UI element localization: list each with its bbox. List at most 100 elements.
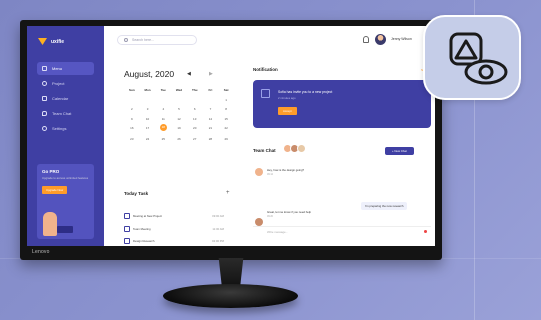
upgrade-button[interactable]: Upgrade Now [42, 185, 68, 194]
calendar-day[interactable]: 21 [203, 126, 219, 131]
sidebar-item-calendar[interactable]: Calendar [37, 92, 94, 105]
calendar-day[interactable]: 8 [218, 107, 234, 111]
logo-text: uxifie [51, 38, 65, 45]
document-icon [261, 89, 270, 98]
search-icon [124, 38, 128, 42]
task-checkbox[interactable] [124, 225, 130, 232]
avatar [255, 168, 263, 176]
calendar-day[interactable]: 9 [124, 117, 140, 121]
notification-card: Sofia has invite you to a new project 2 … [253, 80, 431, 128]
calendar-day[interactable]: 19 [171, 126, 187, 131]
calendar-day[interactable]: 29 [218, 137, 234, 141]
calendar-day[interactable]: 2 [124, 107, 140, 111]
triangle-eye-icon [449, 32, 508, 85]
task-item[interactable]: Design Research 02:00 PM [124, 235, 224, 246]
monitor-base [163, 284, 298, 308]
calendar-day-today[interactable]: 18 [159, 124, 167, 131]
clock-icon [42, 81, 47, 86]
sidebar-item-menu[interactable]: Menu [37, 62, 94, 75]
calendar-weekday: Tue [160, 88, 166, 92]
notification-text: Sofia has invite you to a new project [278, 90, 333, 94]
chat-message: Hey, how is the design going? 09:12 [267, 168, 305, 177]
app-logo[interactable]: uxifie [38, 38, 64, 45]
add-task-icon[interactable]: + [226, 190, 230, 196]
calendar-weekday: Sun [129, 88, 135, 92]
calendar-day[interactable]: 17 [140, 126, 156, 131]
new-chat-button[interactable]: + New Chat [385, 147, 414, 155]
calendar-day[interactable]: 12 [171, 117, 187, 121]
avatar [255, 218, 263, 226]
desk-illustration [57, 226, 73, 233]
calendar-day[interactable]: 22 [218, 126, 234, 131]
calendar-day [155, 98, 171, 102]
calendar-weekday: Mon [144, 88, 151, 92]
calendar-day[interactable]: 7 [203, 107, 219, 111]
calendar-day[interactable]: 5 [171, 107, 187, 111]
calendar-day[interactable]: 11 [155, 117, 171, 121]
accept-button[interactable]: Accept [278, 107, 297, 115]
calendar-day[interactable]: 15 [218, 117, 234, 121]
monitor: uxifie Menu Project Calendar Team Chat S… [20, 20, 442, 260]
calendar-weekday: Wed [175, 88, 183, 92]
send-icon[interactable] [424, 230, 427, 233]
search-input[interactable]: Search here... [117, 35, 197, 45]
sidebar-item-settings[interactable]: Settings [37, 122, 94, 135]
task-item[interactable]: Meeting at New Project 09:00 AM [124, 210, 224, 221]
task-item[interactable]: Team Meeting 11:00 AM [124, 223, 224, 234]
calendar-day[interactable]: 16 [124, 126, 140, 131]
sidebar-item-team-chat[interactable]: Team Chat [37, 107, 94, 120]
avatar [297, 144, 306, 153]
chat-message-outgoing: I'm preparing the new research [361, 202, 408, 210]
chevron-left-icon[interactable]: ◀ [187, 71, 191, 77]
calendar-weekday: Thu [191, 88, 198, 92]
sidebar: uxifie Menu Project Calendar Team Chat S… [27, 26, 104, 246]
calendar-day[interactable]: 4 [155, 107, 171, 111]
calendar-day[interactable]: 24 [140, 137, 156, 141]
calendar-day[interactable]: 3 [140, 107, 156, 111]
chat-avatars [283, 144, 306, 153]
calendar-day[interactable]: 23 [124, 137, 140, 141]
calendar-day[interactable]: 14 [203, 117, 219, 121]
sidebar-nav: Menu Project Calendar Team Chat Settings [37, 62, 94, 137]
calendar-day[interactable]: 25 [155, 137, 171, 141]
calendar-day [124, 98, 140, 102]
calendar-day[interactable]: 20 [187, 126, 203, 131]
notification-time: 2 minutes ago [278, 96, 296, 100]
bell-icon[interactable] [363, 36, 369, 43]
team-chat-title: Team Chat [253, 148, 276, 153]
today-task-title: Today Task [124, 191, 149, 196]
calendar-day[interactable]: 1 [218, 98, 234, 102]
logo-icon [38, 38, 47, 45]
sidebar-item-project[interactable]: Project [37, 77, 94, 90]
task-checkbox[interactable] [124, 237, 130, 244]
pro-promo-card: Go PRO Upgrade to access unlimited featu… [37, 164, 94, 239]
calendar-month-title: August, 2020 [124, 69, 175, 79]
notification-title: Notification [253, 67, 278, 72]
calendar-day [187, 98, 203, 102]
avatar[interactable] [375, 34, 386, 45]
calendar-grid: Sun Mon Tue Wed Thu Fri Sat 1 2 3 4 5 6 7 8 9 10 11 12 13 14… [124, 88, 234, 141]
user-name[interactable]: Jenny Wilson [391, 37, 412, 41]
monitor-brand: Lenovo [32, 249, 50, 255]
chevron-right-icon[interactable]: ▶ [209, 71, 213, 77]
calendar-day [140, 98, 156, 102]
calendar-icon [42, 96, 47, 101]
person-illustration [43, 212, 57, 236]
calendar-day[interactable]: 10 [140, 117, 156, 121]
chat-input[interactable]: Write message... [253, 226, 431, 236]
grid-icon [42, 66, 47, 71]
calendar-day[interactable]: 6 [187, 107, 203, 111]
task-checkbox[interactable] [124, 212, 130, 219]
calendar-weekday: Fri [208, 88, 213, 92]
search-placeholder: Search here... [132, 38, 154, 42]
calendar-day [203, 98, 219, 102]
promo-title: Go PRO [42, 169, 60, 174]
calendar-weekday: Sat [223, 88, 229, 92]
badge [423, 15, 521, 100]
chat-message: Great, let me know if you need help 09:20 [267, 210, 311, 219]
calendar-day[interactable]: 26 [171, 137, 187, 141]
calendar-day[interactable]: 28 [203, 137, 219, 141]
calendar-day[interactable]: 27 [187, 137, 203, 141]
promo-text: Upgrade to access unlimited features [42, 176, 89, 180]
calendar-day[interactable]: 13 [187, 117, 203, 121]
